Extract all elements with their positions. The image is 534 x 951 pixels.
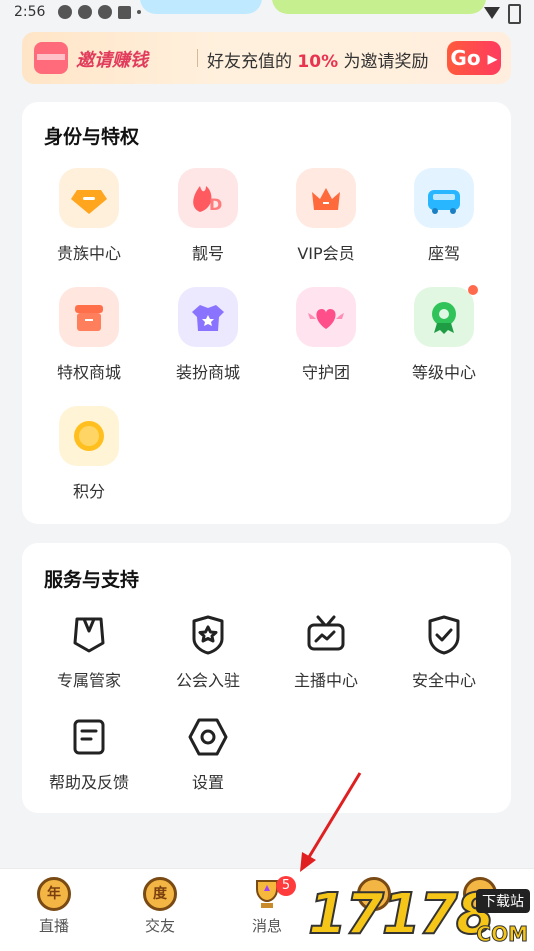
document-icon [67, 715, 111, 759]
banner-desc-prefix: 好友充值的 [207, 52, 298, 72]
privilege-item-dressup-mall[interactable]: 装扮商城 [149, 287, 267, 383]
privilege-label: 贵族中心 [56, 244, 121, 263]
privilege-label: 靓号 [191, 244, 224, 263]
tv-icon [304, 613, 348, 657]
medal-icon [414, 285, 478, 347]
hexagon-settings-icon [186, 715, 230, 759]
privilege-item-noble[interactable]: 贵族中心 [30, 168, 148, 264]
gift-icon [34, 42, 68, 74]
service-item-anchor-center[interactable]: 主播中心 [267, 613, 385, 691]
car-icon [414, 168, 474, 228]
heart-wings-icon [296, 287, 356, 347]
nav-label: 消息 [251, 917, 282, 935]
privilege-label: 守护团 [301, 363, 350, 382]
notification-icon [58, 5, 72, 19]
nav-label: 直播 [38, 917, 69, 935]
banner-divider [197, 49, 198, 67]
tshirt-icon [178, 287, 238, 347]
message-count-badge: 5 [276, 876, 296, 896]
watermark-sub: COM [476, 922, 529, 947]
privilege-label: 座驾 [427, 244, 460, 263]
go-button[interactable]: Go ▸ [447, 41, 501, 75]
notification-icon [78, 5, 92, 19]
status-icons [58, 5, 141, 19]
top-card-blue [140, 0, 262, 14]
privilege-label: 装扮商城 [175, 363, 240, 382]
nav-item-friends[interactable]: 度 交友 [120, 877, 200, 936]
privilege-item-vip[interactable]: VIP会员 [267, 168, 385, 264]
service-label: 专属管家 [56, 671, 121, 690]
service-item-butler[interactable]: 专属管家 [30, 613, 148, 691]
service-label: 安全中心 [411, 671, 476, 690]
new-badge [468, 285, 478, 295]
watermark-tag: 下载站 [476, 889, 530, 913]
service-item-help[interactable]: 帮助及反馈 [30, 715, 148, 793]
service-item-guild[interactable]: 公会入驻 [149, 613, 267, 691]
friends-icon: 度 [143, 877, 177, 911]
privilege-label: 积分 [72, 482, 105, 501]
flame-id-icon: D [178, 168, 238, 228]
section-title-services: 服务与支持 [44, 569, 140, 591]
nav-item-live[interactable]: 年 直播 [14, 877, 94, 936]
status-bar: 2:56 [0, 0, 534, 26]
status-time: 2:56 [14, 4, 46, 20]
top-card-green [272, 0, 486, 14]
banner-description: 好友充值的 10% 为邀请奖励 [207, 47, 429, 72]
app-notification-icon [118, 5, 131, 19]
privilege-item-level[interactable]: 等级中心 [385, 285, 503, 383]
butler-icon [67, 613, 111, 657]
section-title-privileges: 身份与特权 [44, 126, 140, 148]
privilege-item-mount[interactable]: 座驾 [385, 168, 503, 264]
service-label: 主播中心 [293, 671, 358, 690]
notification-icon [98, 5, 112, 19]
watermark-logo: 17178 下载站 COM [307, 882, 534, 950]
live-icon: 年 [37, 877, 71, 911]
privilege-item-privilege-mall[interactable]: 特权商城 [30, 287, 148, 383]
more-notifications-icon [137, 10, 141, 14]
battery-icon [508, 4, 521, 24]
services-card: 服务与支持 专属管家 公会入驻 主播中心 安全中心 帮助及反馈 设置 [22, 543, 511, 813]
privilege-item-guard[interactable]: 守护团 [267, 287, 385, 383]
privilege-item-number[interactable]: D 靓号 [149, 168, 267, 264]
privileges-card: 身份与特权 贵族中心 D 靓号 VIP会员 座驾 特权商城 装扮商城 守护团 等… [22, 102, 511, 524]
service-label: 设置 [191, 773, 224, 792]
service-item-settings[interactable]: 设置 [149, 715, 267, 793]
shop-icon [59, 287, 119, 347]
nav-label: 交友 [144, 917, 175, 935]
banner-title: 邀请赚钱 [76, 50, 148, 71]
privilege-label: VIP会员 [297, 244, 355, 263]
banner-highlight: 10% [297, 52, 339, 72]
coin-icon [59, 406, 119, 466]
svg-text:D: D [209, 195, 222, 214]
service-item-security[interactable]: 安全中心 [385, 613, 503, 691]
privilege-item-points[interactable]: 积分 [30, 406, 148, 502]
crown-icon [296, 168, 356, 228]
gem-icon [59, 168, 119, 228]
service-label: 公会入驻 [175, 671, 240, 690]
service-label: 帮助及反馈 [48, 773, 129, 792]
banner-desc-suffix: 为邀请奖励 [338, 52, 429, 72]
privilege-label: 特权商城 [56, 363, 121, 382]
wifi-icon [484, 7, 500, 19]
privilege-label: 等级中心 [411, 363, 476, 382]
guild-shield-icon [186, 613, 230, 657]
invite-banner[interactable]: 邀请赚钱 好友充值的 10% 为邀请奖励 Go ▸ [22, 32, 511, 84]
shield-check-icon [422, 613, 466, 657]
watermark-text: 17178 [307, 882, 496, 947]
